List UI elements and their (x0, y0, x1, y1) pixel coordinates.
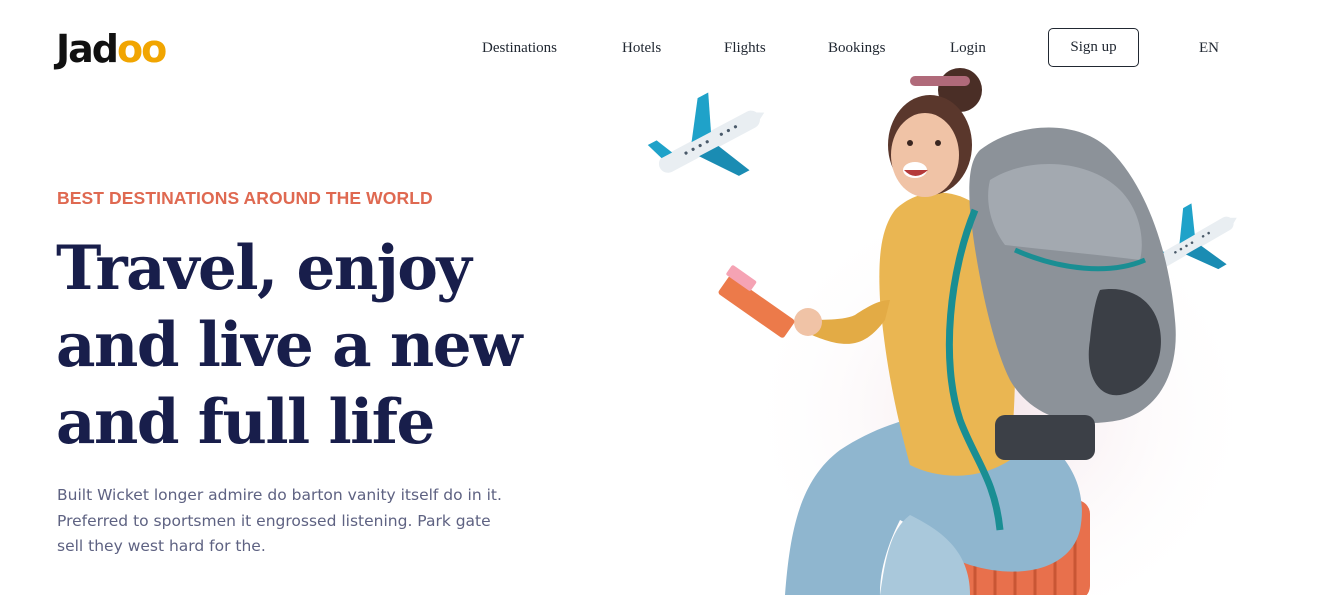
hero-description: Built Wicket longer admire do barton van… (57, 483, 517, 560)
headline-line: and full life (56, 387, 435, 458)
hero-eyebrow: BEST DESTINATIONS AROUND THE WORLD (57, 188, 433, 208)
headline-line: Travel, enjoy (56, 233, 472, 304)
hero-headline: Travel, enjoy and live a new and full li… (56, 230, 576, 461)
description-line: sell they west hard for the. (57, 537, 266, 555)
description-line: Built Wicket longer admire do barton van… (57, 486, 502, 504)
description-line: Preferred to sportsmen it engrossed list… (57, 511, 491, 530)
headline-line: and live a new (56, 310, 523, 381)
hero-illustration (647, 68, 1260, 595)
nav-destinations[interactable]: Destinations (482, 28, 557, 68)
airplane-icon (647, 92, 765, 176)
